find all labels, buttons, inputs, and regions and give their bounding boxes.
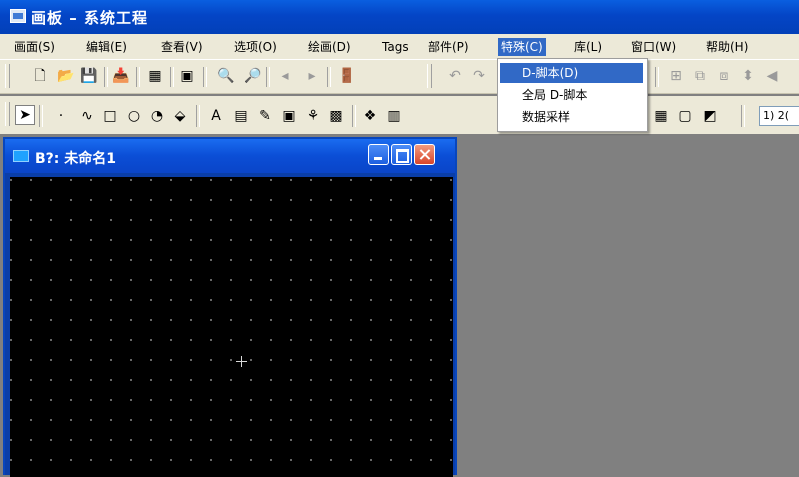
redo-icon[interactable]: ↷ bbox=[470, 67, 488, 85]
arc-tool-icon[interactable]: ◔ bbox=[148, 107, 166, 125]
zoom-level-field[interactable]: 1) 2( bbox=[759, 106, 799, 126]
menu-draw[interactable]: 绘画(D) bbox=[305, 38, 354, 56]
toolbar-separator bbox=[39, 105, 43, 127]
special-menu-dropdown: D-脚本(D) 全局 D-脚本 数据采样 bbox=[497, 58, 648, 132]
send-backward-icon[interactable]: ◀ bbox=[763, 67, 781, 85]
toolbar-separator bbox=[266, 67, 270, 87]
menu-components[interactable]: 部件(P) bbox=[425, 38, 472, 56]
menu-help[interactable]: 帮助(H) bbox=[703, 38, 751, 56]
toolbar-separator bbox=[741, 105, 745, 127]
image-tool-icon[interactable]: ▩ bbox=[327, 107, 345, 125]
undo-icon[interactable]: ↶ bbox=[446, 67, 464, 85]
menu-bar: 画面(S) 编辑(E) 查看(V) 选项(O) 绘画(D) Tags 部件(P)… bbox=[0, 34, 799, 60]
text-tool-icon[interactable]: A bbox=[207, 107, 225, 125]
rectangle-tool-icon[interactable]: □ bbox=[101, 107, 119, 125]
import-icon[interactable]: 📥 bbox=[112, 67, 130, 85]
point-tool-icon[interactable]: · bbox=[52, 107, 70, 125]
close-button[interactable] bbox=[414, 144, 435, 165]
variable-icon[interactable]: ▦ bbox=[146, 67, 164, 85]
menu-item-global-d-script[interactable]: 全局 D-脚本 bbox=[500, 85, 643, 105]
library-tool-icon[interactable]: ❖ bbox=[361, 107, 379, 125]
symbol-tool-icon[interactable]: ⚘ bbox=[304, 107, 322, 125]
child-window-title-bar[interactable]: B?: 未命名1 bbox=[5, 139, 455, 173]
standard-toolbar: 🗋 📂 💾 📥 ▦ ▣ 🔍 🔎 ◂ ▸ 🚪 ↶ ↷ ⊞ ⧉ ⧈ ⬍ ◀ bbox=[0, 60, 799, 94]
toolbar-separator bbox=[136, 67, 140, 87]
open-folder-icon[interactable]: 📂 bbox=[57, 67, 75, 85]
menu-screen[interactable]: 画面(S) bbox=[11, 38, 58, 56]
polyline-tool-icon[interactable]: ∿ bbox=[78, 107, 96, 125]
toolbar-grip[interactable] bbox=[5, 64, 10, 88]
ungroup-icon[interactable]: ⧈ bbox=[715, 67, 733, 85]
menu-item-d-script[interactable]: D-脚本(D) bbox=[500, 63, 643, 83]
child-window: B?: 未命名1 bbox=[3, 137, 457, 477]
grid-tool-icon[interactable]: ▦ bbox=[652, 107, 670, 125]
toolbar-grip[interactable] bbox=[427, 64, 432, 88]
ellipse-tool-icon[interactable]: ○ bbox=[125, 107, 143, 125]
previous-page-icon[interactable]: ◂ bbox=[276, 67, 294, 85]
exit-runtime-icon[interactable]: 🚪 bbox=[338, 67, 356, 85]
toolbar-separator bbox=[655, 67, 659, 87]
object-tool-icon[interactable]: ▥ bbox=[385, 107, 403, 125]
bring-forward-icon[interactable]: ⬍ bbox=[739, 67, 757, 85]
menu-tags[interactable]: Tags bbox=[379, 38, 412, 56]
toolbar-separator bbox=[203, 67, 207, 87]
menu-options[interactable]: 选项(O) bbox=[231, 38, 280, 56]
toolbar-separator bbox=[104, 67, 108, 87]
chart-tool-icon[interactable]: ◩ bbox=[701, 107, 719, 125]
toolbar-grip[interactable] bbox=[5, 102, 10, 126]
button-tool-icon[interactable]: ▣ bbox=[280, 107, 298, 125]
menu-edit[interactable]: 编辑(E) bbox=[83, 38, 130, 56]
menu-item-data-sampling[interactable]: 数据采样 bbox=[500, 107, 643, 127]
menu-library[interactable]: 库(L) bbox=[571, 38, 605, 56]
drawing-canvas[interactable] bbox=[10, 177, 453, 477]
toolbar-separator bbox=[196, 105, 200, 127]
window-title: 画板 – 系统工程 bbox=[31, 9, 148, 27]
window-tool-icon[interactable]: ▢ bbox=[676, 107, 694, 125]
toolbar-separator bbox=[170, 67, 174, 87]
group-icon[interactable]: ⧉ bbox=[691, 67, 709, 85]
save-icon[interactable]: 💾 bbox=[80, 67, 98, 85]
new-file-icon[interactable]: 🗋 bbox=[31, 67, 49, 85]
select-pointer-icon[interactable]: ➤ bbox=[15, 105, 35, 125]
next-page-icon[interactable]: ▸ bbox=[303, 67, 321, 85]
child-window-title: B?: 未命名1 bbox=[35, 151, 117, 167]
crosshair-cursor-icon bbox=[236, 356, 247, 367]
toolbar-separator bbox=[327, 67, 331, 87]
canvas-app-icon bbox=[10, 9, 26, 23]
app-title-bar[interactable]: 画板 – 系统工程 bbox=[0, 0, 799, 34]
zoom-in-icon[interactable]: 🔎 bbox=[244, 67, 262, 85]
align-icon[interactable]: ⊞ bbox=[667, 67, 685, 85]
toolbar-separator bbox=[352, 105, 356, 127]
menu-special[interactable]: 特殊(C) bbox=[498, 38, 546, 56]
pen-tool-icon[interactable]: ✎ bbox=[256, 107, 274, 125]
window-icon bbox=[13, 150, 29, 162]
minimize-button[interactable] bbox=[368, 144, 389, 165]
fill-tool-icon[interactable]: ⬙ bbox=[171, 107, 189, 125]
record-icon[interactable]: ▣ bbox=[178, 67, 196, 85]
drawing-toolbar: ➤ · ∿ □ ○ ◔ ⬙ A ▤ ✎ ▣ ⚘ ▩ ❖ ▥ ▦ ▢ ◩ bbox=[0, 96, 799, 134]
maximize-button[interactable] bbox=[391, 144, 412, 165]
pattern-tool-icon[interactable]: ▤ bbox=[232, 107, 250, 125]
zoom-out-icon[interactable]: 🔍 bbox=[217, 67, 235, 85]
menu-window[interactable]: 窗口(W) bbox=[628, 38, 679, 56]
menu-view[interactable]: 查看(V) bbox=[158, 38, 206, 56]
